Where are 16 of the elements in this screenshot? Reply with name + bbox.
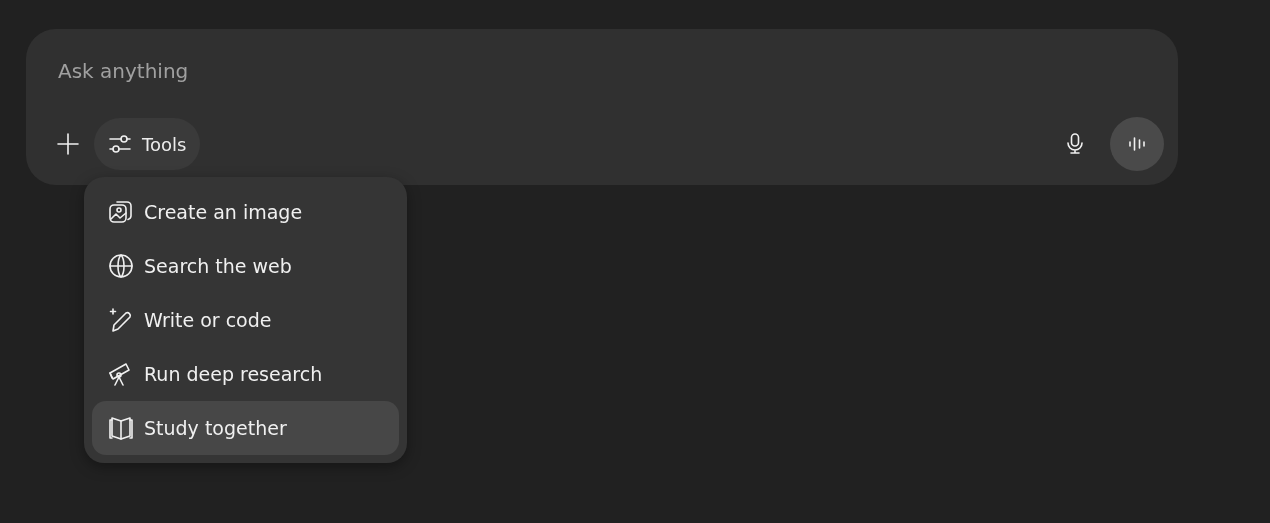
sliders-icon [108,132,132,156]
tools-button[interactable]: Tools [94,118,201,170]
menu-item[interactable]: Create an image [92,185,399,239]
pencil-sparkle-icon [108,307,134,333]
globe-icon [108,253,134,279]
prompt-field[interactable]: Ask anything [56,59,656,83]
menu-item[interactable]: Run deep research [92,347,399,401]
book-icon [108,415,134,441]
menu-item[interactable]: Write or code [92,293,399,347]
image-icon [108,199,134,225]
plus-icon [56,132,80,156]
voice-wave-icon [1127,134,1147,154]
menu-item[interactable]: Search the web [92,239,399,293]
voice-mode-button[interactable] [1110,117,1164,171]
menu-item[interactable]: Study together [92,401,399,455]
add-button[interactable] [56,132,80,156]
